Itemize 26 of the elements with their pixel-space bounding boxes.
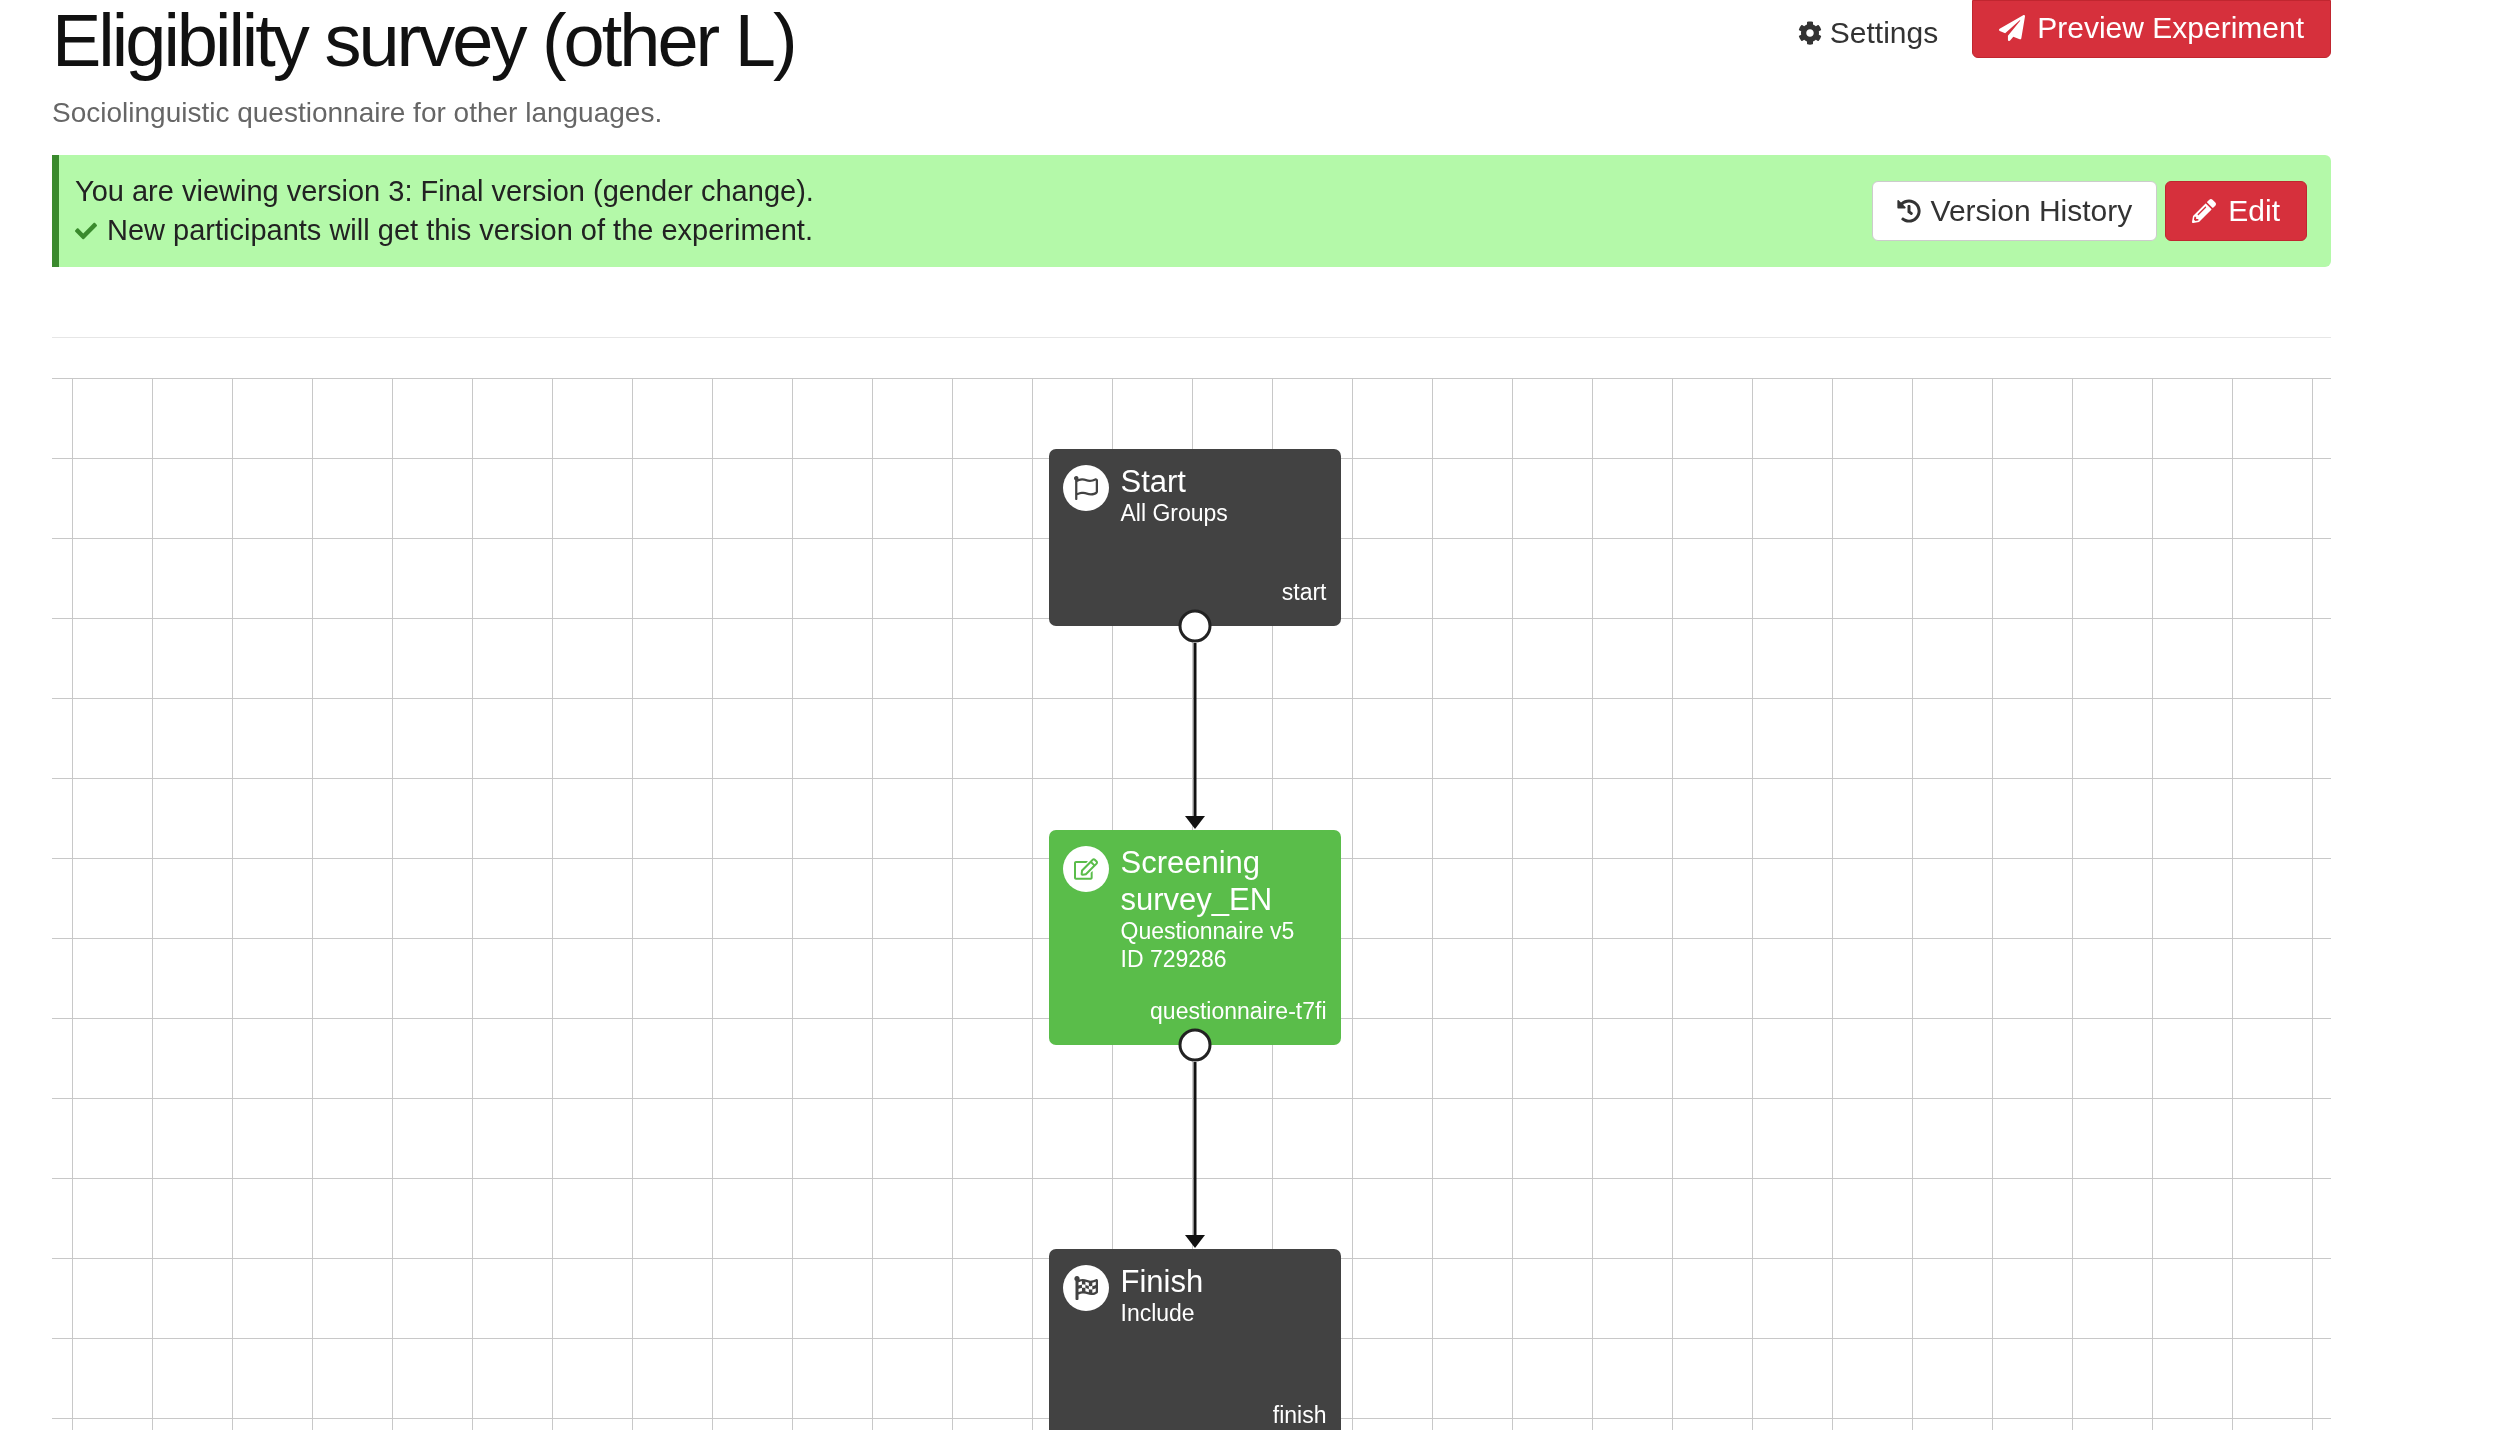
pencil-icon: [2192, 199, 2217, 224]
flow-node[interactable]: Start All Groups start: [1048, 449, 1341, 627]
node-title: Finish: [1120, 1263, 1204, 1301]
history-icon: [1896, 199, 1921, 224]
edit-button[interactable]: Edit: [2165, 181, 2307, 242]
node-detail: ID 729286: [1120, 946, 1228, 974]
page-title: Eligibility survey (other L): [52, 0, 795, 84]
output-port[interactable]: [1178, 609, 1211, 643]
output-port[interactable]: [1178, 1028, 1211, 1062]
node-tag: start: [1281, 565, 1327, 613]
version-message: You are viewing version 3: Final version (gender change).: [75, 175, 814, 209]
paper-plane-icon: [1999, 15, 2026, 41]
node-detail: All Groups: [1120, 500, 1228, 528]
settings-link[interactable]: Settings: [1797, 8, 1939, 50]
settings-icon: [1797, 21, 1822, 45]
flow-node[interactable]: Finish Include finish: [1048, 1249, 1341, 1430]
page-subtitle: Sociolinguistic questionnaire for other languages.: [52, 97, 664, 130]
node-tag: finish: [1272, 1388, 1327, 1430]
version-history-button[interactable]: Version History: [1871, 181, 2158, 242]
node-tag: questionnaire-t7fi: [1150, 984, 1327, 1032]
node-detail: Include: [1120, 1300, 1196, 1328]
participants-message: New participants will get this version of the experiment.: [107, 214, 813, 248]
node-title: Screening survey_EN: [1120, 844, 1274, 919]
node-title: Start: [1120, 463, 1187, 501]
node-detail: Questionnaire v5: [1120, 918, 1296, 947]
preview-button[interactable]: Preview Experiment: [1972, 0, 2331, 58]
